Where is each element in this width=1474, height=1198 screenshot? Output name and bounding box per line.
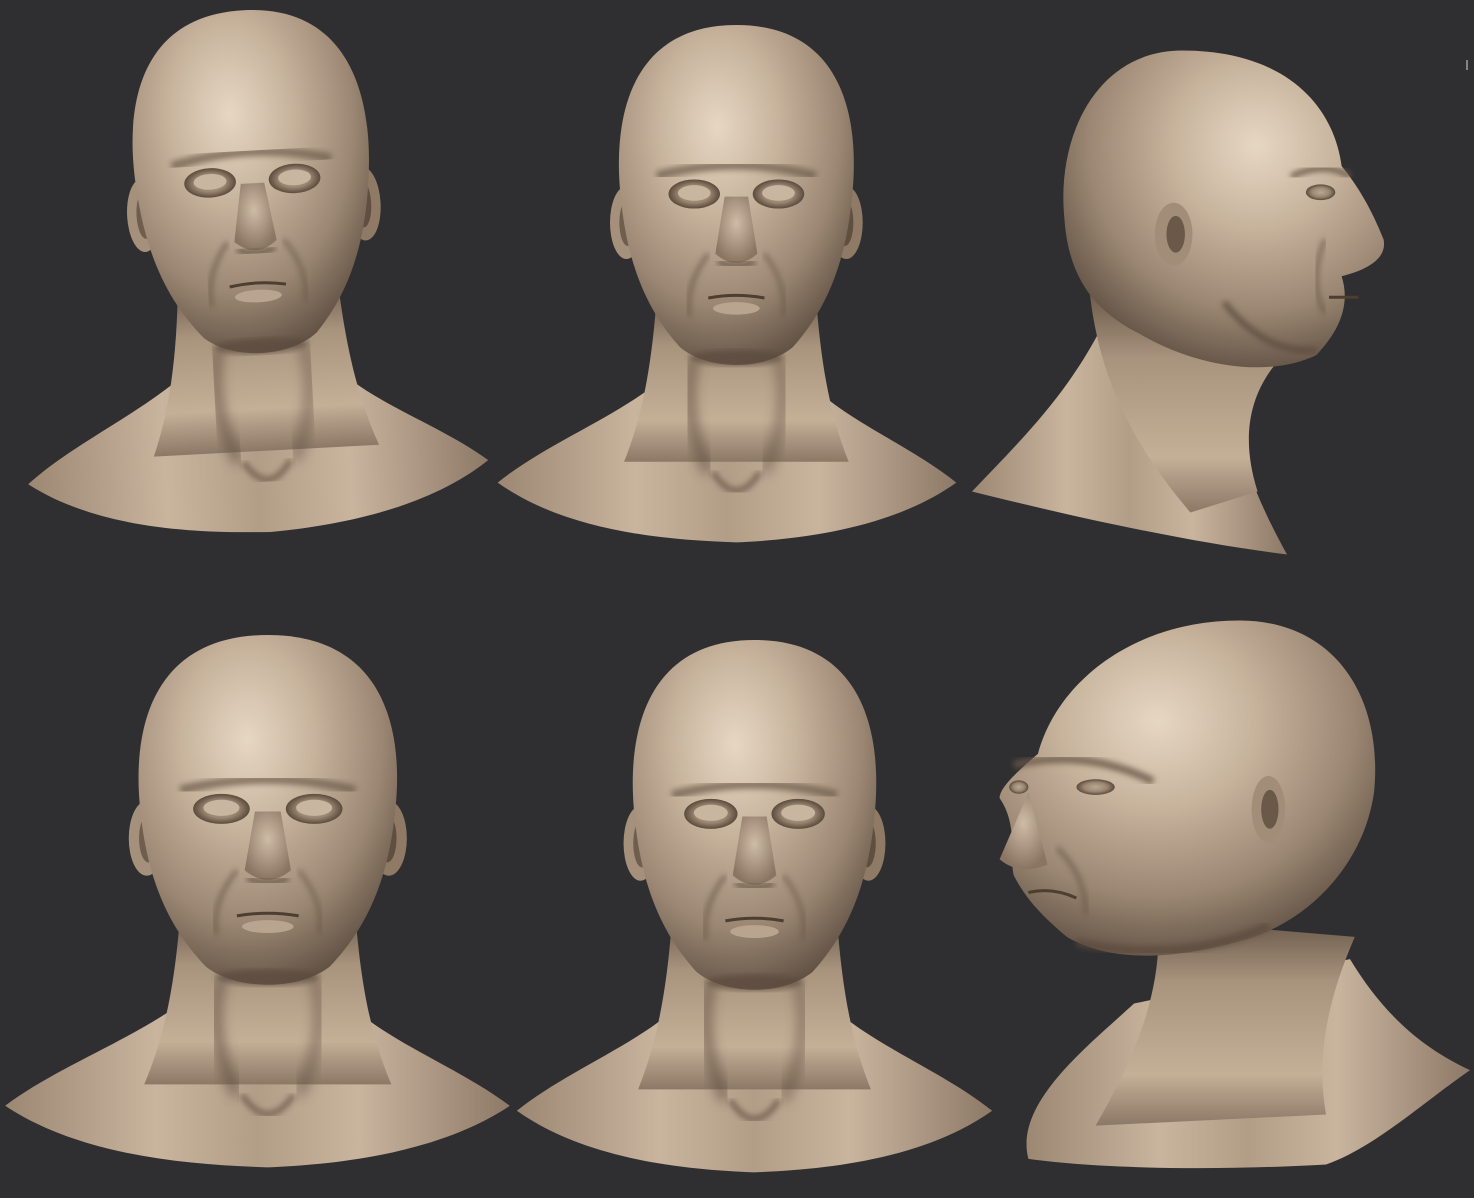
eyeball-right <box>781 804 816 821</box>
head-sculpt-render <box>28 10 489 533</box>
chin-shadow <box>689 350 784 366</box>
bust-group <box>497 25 957 543</box>
sculpt-view-front-left-lower <box>0 635 515 1170</box>
head-sculpt-render <box>497 25 957 543</box>
eyeball-left <box>693 804 728 821</box>
chin-shadow <box>706 974 803 991</box>
viewport-canvas <box>0 0 1474 1198</box>
lower-lip <box>712 302 760 315</box>
sculpt-view-front-center-lower <box>512 640 997 1175</box>
head-shape <box>999 620 1376 956</box>
bust-group <box>28 10 489 533</box>
eyeball-left <box>677 185 711 201</box>
eye-far <box>1009 780 1029 794</box>
bust-group <box>5 635 510 1168</box>
eye <box>1305 184 1336 201</box>
eyeball-right <box>762 185 795 201</box>
head-sculpt-render <box>999 620 1470 1169</box>
head-sculpt-render <box>516 640 993 1173</box>
lower-lip <box>730 925 779 938</box>
bust-group <box>972 50 1385 555</box>
head-sculpt-render <box>972 50 1385 555</box>
eyeball-left <box>203 799 240 816</box>
eye-near <box>1076 779 1115 795</box>
sculpt-view-front-center-upper <box>493 25 961 545</box>
eyeball-right <box>296 799 333 816</box>
bust-group <box>516 640 993 1173</box>
sculpt-view-three-quarter-left-lower <box>990 615 1470 1170</box>
viewport-edge-mark <box>1466 60 1472 70</box>
lower-lip <box>242 920 294 933</box>
sculpt-view-front-left-upper <box>10 10 489 535</box>
bust-group <box>999 620 1470 1169</box>
head-sculpt-render <box>5 635 510 1168</box>
sculpt-view-profile-right-upper <box>972 40 1392 565</box>
chin-shadow <box>216 969 320 986</box>
ear-inner <box>1166 215 1185 253</box>
head-shape <box>132 10 369 354</box>
ear-inner <box>1261 789 1279 829</box>
